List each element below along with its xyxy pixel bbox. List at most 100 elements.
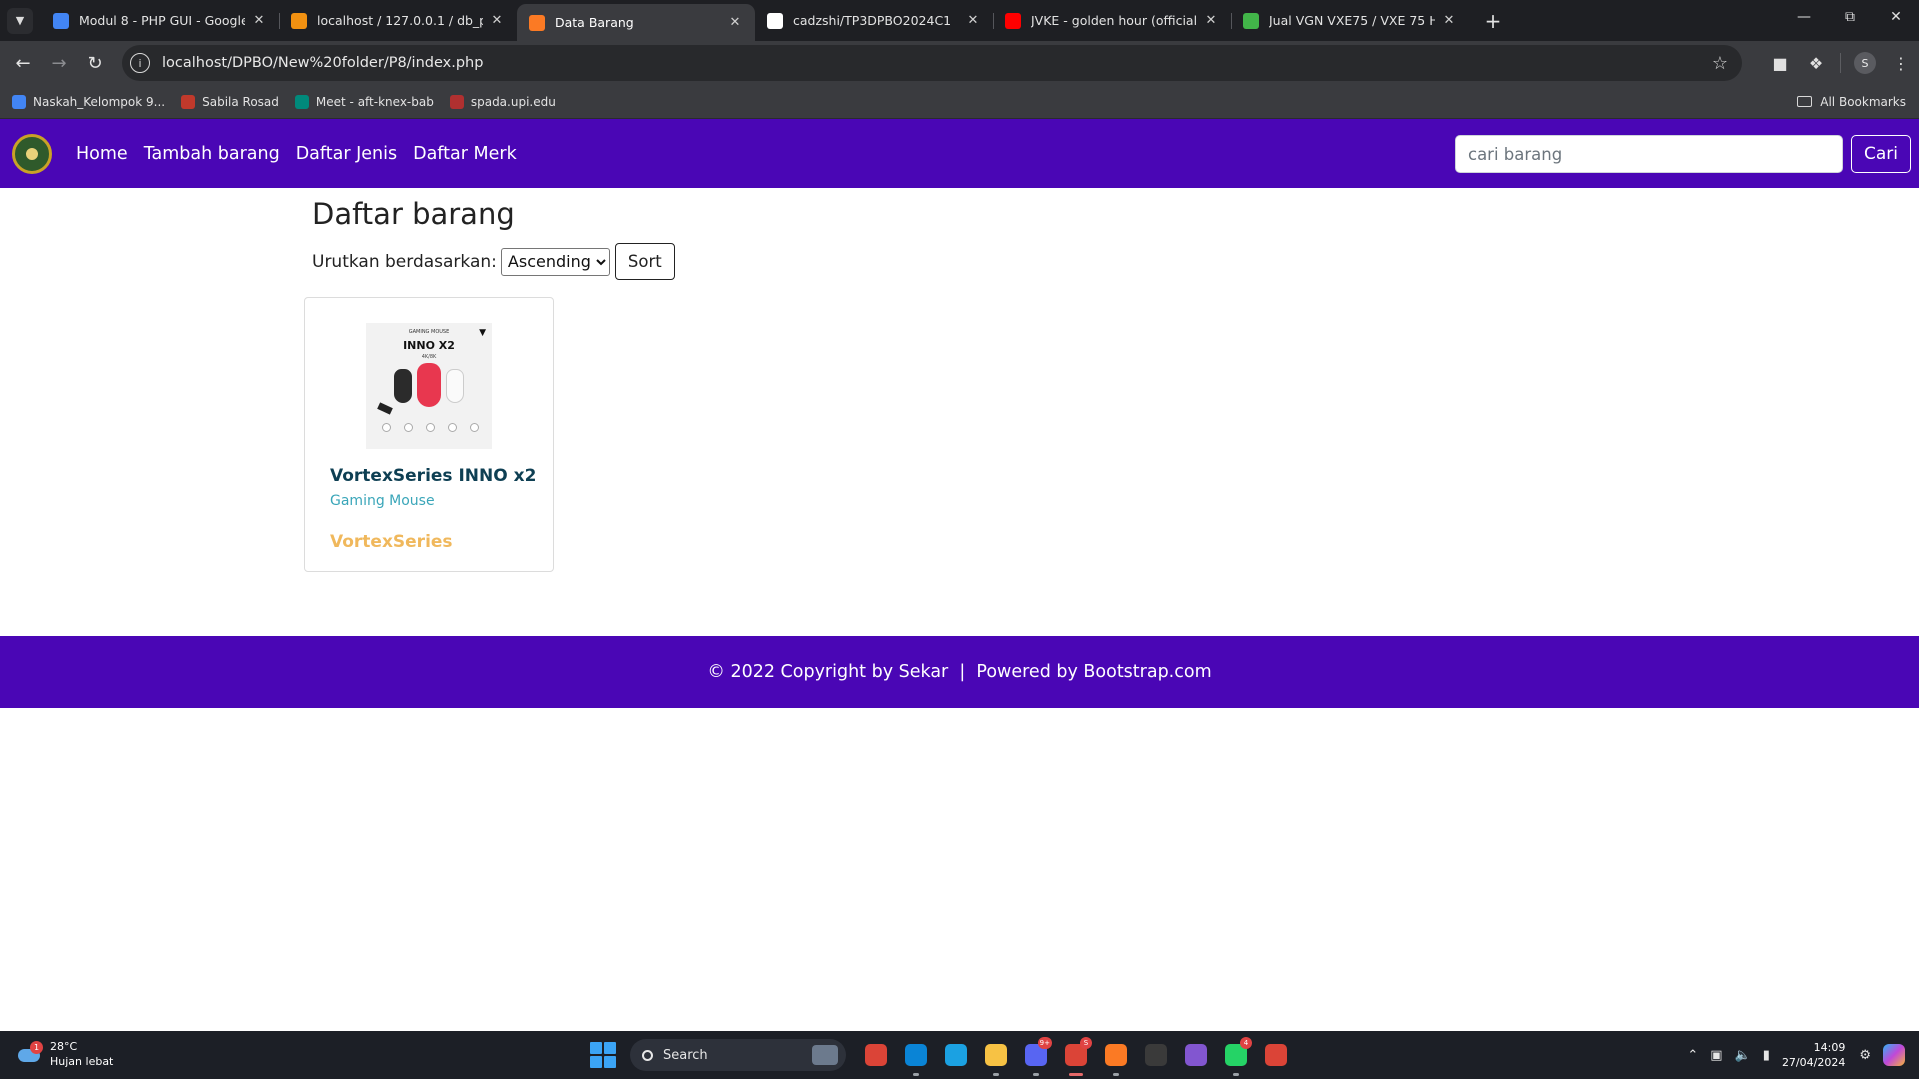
- taskbar-app[interactable]: [938, 1037, 974, 1073]
- nav-link-daftar-jenis[interactable]: Daftar Jenis: [296, 144, 397, 164]
- network-icon[interactable]: ▣: [1710, 1048, 1722, 1063]
- browser-toolbar: ← → ↻ i localhost/DPBO/New%20folder/P8/i…: [0, 41, 1919, 85]
- taskbar-app[interactable]: [1138, 1037, 1174, 1073]
- weather-badge: 1: [30, 1041, 43, 1054]
- browser-tab[interactable]: Modul 8 - PHP GUI - Google Dc ✕: [41, 0, 279, 41]
- battery-icon[interactable]: ▮: [1763, 1048, 1770, 1063]
- xampp-icon: [1105, 1044, 1127, 1066]
- arrow-left-icon: ←: [15, 52, 31, 74]
- sort-order-select[interactable]: Ascending: [500, 247, 610, 276]
- sort-form: Urutkan berdasarkan: Ascending Sort: [312, 243, 1612, 280]
- extensions-puzzle-icon[interactable]: ❖: [1798, 45, 1834, 81]
- feature-badge-icon: [404, 423, 413, 432]
- profile-icon: [181, 94, 196, 109]
- sort-button[interactable]: Sort: [614, 243, 675, 280]
- extension-pinned-icon[interactable]: ■: [1762, 45, 1798, 81]
- close-window-button[interactable]: ✕: [1873, 0, 1919, 34]
- search-button[interactable]: Cari: [1851, 135, 1911, 173]
- browser-tab[interactable]: cadzshi/TP3DPBO2024C1 ✕: [755, 0, 993, 41]
- bookmarks-bar: Naskah_Kelompok 9... Sabila Rosad Meet - a…: [0, 85, 1919, 119]
- tab-title: Modul 8 - PHP GUI - Google Dc: [79, 13, 245, 28]
- bookmark-star-icon[interactable]: ☆: [1712, 53, 1728, 74]
- reload-button[interactable]: ↻: [78, 46, 112, 80]
- taskbar-app[interactable]: 4: [1218, 1037, 1254, 1076]
- product-image: GAMING MOUSE INNO X2 4K/8K ▼: [366, 323, 492, 449]
- nav-link-tambah-barang[interactable]: Tambah barang: [144, 144, 280, 164]
- chrome-alt-icon: [1265, 1044, 1287, 1066]
- taskbar-app[interactable]: [1258, 1037, 1294, 1073]
- taskbar-app[interactable]: S: [1058, 1037, 1094, 1076]
- taskbar-app[interactable]: [978, 1037, 1014, 1076]
- browser-tab[interactable]: localhost / 127.0.0.1 / db_peripl ✕: [279, 0, 517, 41]
- black-mouse-graphic: [394, 369, 412, 403]
- google-docs-icon: [12, 94, 26, 109]
- forward-button[interactable]: →: [42, 46, 76, 80]
- site-logo[interactable]: [12, 133, 52, 174]
- bookmark-label: Sabila Rosad: [202, 94, 279, 109]
- close-icon[interactable]: ✕: [251, 13, 267, 28]
- taskbar-apps: Search 9+ S 4: [590, 1037, 1298, 1076]
- folder-icon: [1797, 96, 1813, 107]
- toolbar-actions: ■ ❖ S ⋮: [1762, 41, 1919, 85]
- chevron-down-icon: ▼: [15, 14, 25, 27]
- tab-search-button[interactable]: ▼: [7, 7, 33, 34]
- taskbar-app[interactable]: [1098, 1037, 1134, 1076]
- close-icon[interactable]: ✕: [1441, 13, 1457, 28]
- chevron-up-icon[interactable]: ⌃: [1687, 1048, 1698, 1063]
- google-docs-icon: [53, 12, 69, 29]
- menu-kebab-icon[interactable]: ⋮: [1883, 45, 1919, 81]
- clock-time: 14:09: [1813, 1041, 1846, 1054]
- profile-button[interactable]: S: [1847, 45, 1883, 81]
- product-card[interactable]: GAMING MOUSE INNO X2 4K/8K ▼ VortexSerie…: [304, 297, 554, 572]
- bookmark-item[interactable]: spada.upi.edu: [449, 94, 556, 109]
- bookmark-label: spada.upi.edu: [470, 94, 556, 109]
- taskbar-app[interactable]: [898, 1037, 934, 1076]
- bookmark-item[interactable]: Sabila Rosad: [181, 94, 279, 109]
- bookmark-item[interactable]: Meet - aft-knex-bab: [294, 94, 434, 109]
- weather-description: Hujan lebat: [50, 1055, 114, 1068]
- rain-cloud-icon: 1: [16, 1041, 43, 1065]
- taskbar-search-box[interactable]: Search: [630, 1039, 846, 1071]
- page-title: Daftar barang: [312, 197, 515, 231]
- taskbar-app[interactable]: [858, 1037, 894, 1073]
- address-bar[interactable]: i localhost/DPBO/New%20folder/P8/index.p…: [122, 45, 1742, 81]
- address-url[interactable]: localhost/DPBO/New%20folder/P8/index.php: [162, 55, 1712, 71]
- browser-tab[interactable]: Jual VGN VXE75 / VXE 75 Hotsw ✕: [1231, 0, 1469, 41]
- taskbar-app[interactable]: [1178, 1037, 1214, 1073]
- weather-widget[interactable]: 1 28°C Hujan lebat: [16, 1039, 113, 1069]
- close-icon[interactable]: ✕: [727, 15, 743, 30]
- window-controls: — ⧉ ✕: [1781, 0, 1919, 36]
- system-clock[interactable]: 14:09 27/04/2024: [1782, 1040, 1845, 1070]
- new-tab-button[interactable]: +: [1479, 9, 1507, 33]
- tab-title: JVKE - golden hour (official mu: [1031, 13, 1197, 28]
- google-meet-icon: [294, 94, 309, 109]
- browser-tab[interactable]: JVKE - golden hour (official mu ✕: [993, 0, 1231, 41]
- weather-text: 28°C Hujan lebat: [50, 1039, 113, 1069]
- all-bookmarks-button[interactable]: All Bookmarks: [1797, 95, 1906, 109]
- site-info-icon[interactable]: i: [130, 53, 150, 73]
- nav-link-home[interactable]: Home: [76, 144, 128, 164]
- restore-button[interactable]: ⧉: [1827, 0, 1873, 34]
- bookmark-item[interactable]: Naskah_Kelompok 9...: [12, 94, 165, 109]
- tab-title: Data Barang: [555, 15, 634, 30]
- minimize-button[interactable]: —: [1781, 0, 1827, 34]
- copilot-icon[interactable]: [1883, 1044, 1905, 1066]
- search-input[interactable]: [1455, 135, 1843, 173]
- back-button[interactable]: ←: [6, 46, 40, 80]
- logo-emblem-icon: [24, 145, 40, 162]
- app-badge: 4: [1240, 1037, 1252, 1049]
- search-icon: [642, 1049, 653, 1061]
- close-icon[interactable]: ✕: [965, 13, 981, 28]
- volume-icon[interactable]: 🔈: [1735, 1048, 1751, 1063]
- arrow-right-icon: →: [51, 52, 67, 74]
- xampp-icon: [529, 14, 545, 31]
- product-image-top-text: GAMING MOUSE: [408, 329, 450, 335]
- close-icon[interactable]: ✕: [1203, 13, 1219, 28]
- notification-bell-icon[interactable]: ⚙: [1859, 1048, 1871, 1063]
- taskbar-app[interactable]: 9+: [1018, 1037, 1054, 1076]
- chrome-icon: [865, 1044, 887, 1066]
- windows-start-icon[interactable]: [590, 1042, 616, 1068]
- nav-link-daftar-merk[interactable]: Daftar Merk: [413, 144, 517, 164]
- close-icon[interactable]: ✕: [489, 13, 505, 28]
- browser-tab[interactable]: Data Barang ✕: [517, 4, 755, 41]
